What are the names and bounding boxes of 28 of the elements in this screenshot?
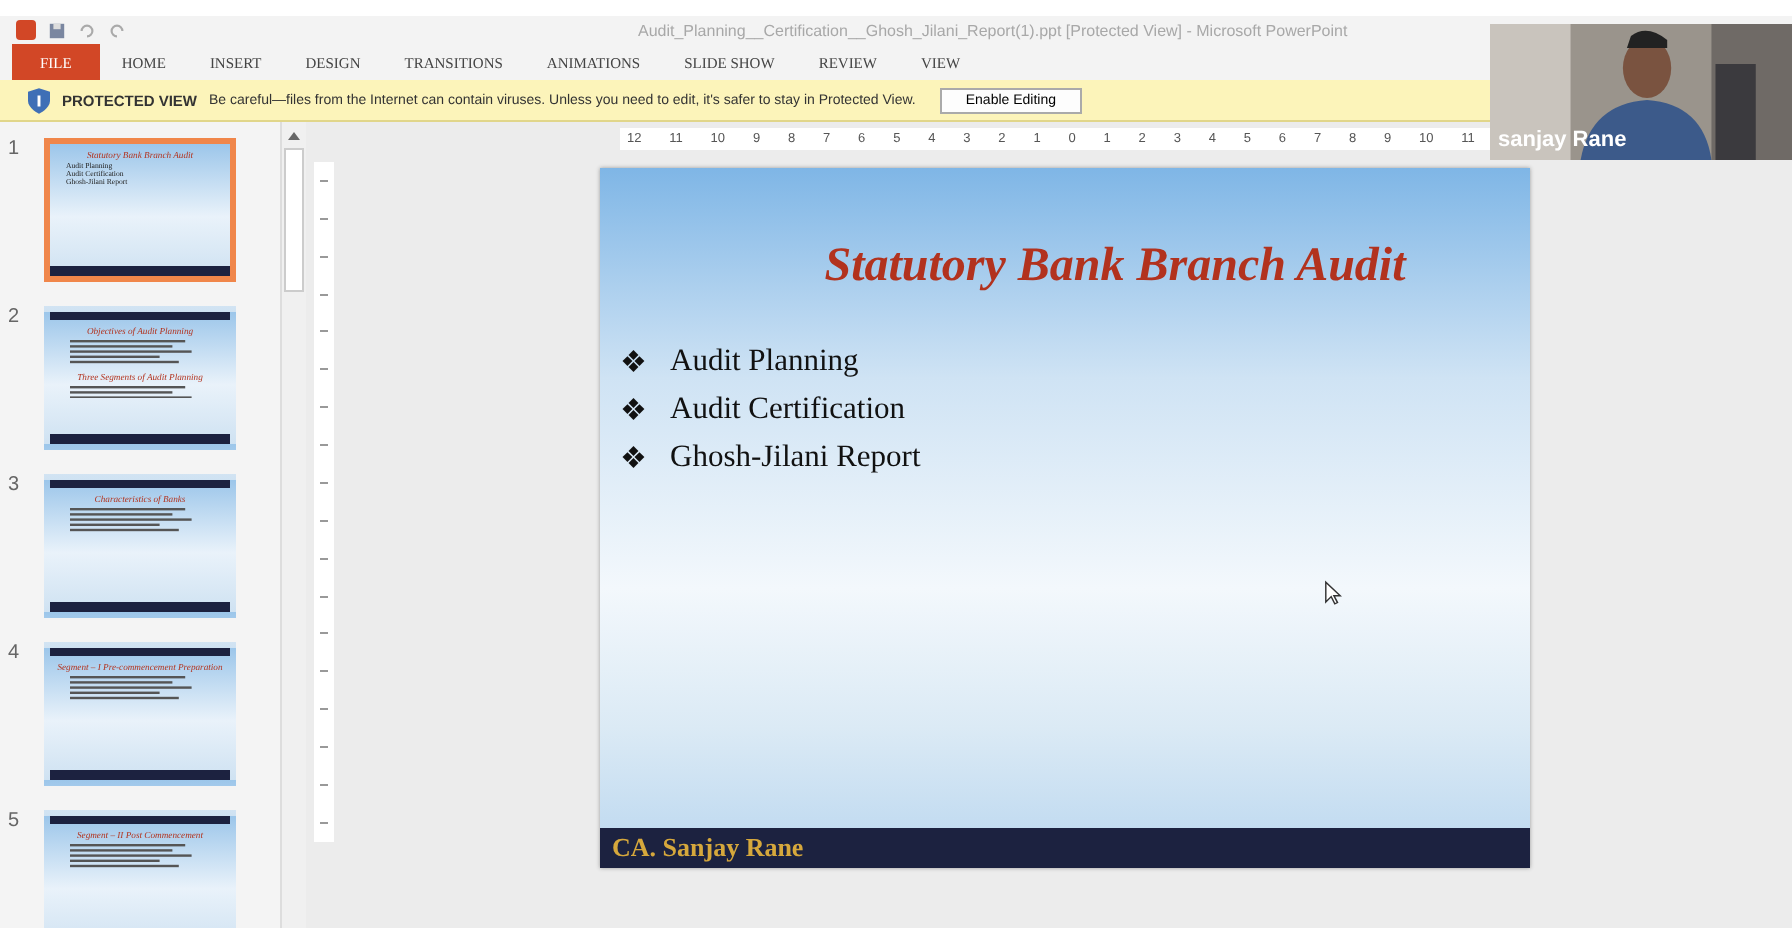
redo-icon[interactable] [108,21,126,39]
shield-icon [28,87,50,113]
bullet-mark: ❖ [620,393,646,429]
scroll-up-icon[interactable] [286,128,302,144]
app-icon [16,20,36,40]
text-lines-drawing [70,508,198,532]
save-icon[interactable] [48,21,66,39]
window-title: Audit_Planning__Certification__Ghosh_Jilani_Report(1).ppt [Protected View] - Microsoft PowerPoint [638,21,1348,39]
slide-number: 3 [8,474,22,500]
bullet-text: Ghosh-Jilani Report [670,440,921,476]
cursor-icon [1324,580,1342,606]
bullet-text: Audit Planning [670,344,859,380]
slide-footer: CA. Sanjay Rane [612,832,804,864]
slide-title: Statutory Bank Branch Audit [822,240,1409,294]
slide-number: 5 [8,810,22,836]
bullet-mark: ❖ [620,441,646,477]
text-lines-drawing [70,676,198,700]
bullet-text: Audit Certification [670,392,906,428]
slide-number: 2 [8,306,22,332]
slide-number: 1 [8,138,22,164]
undo-icon[interactable] [78,21,96,39]
slide-number: 4 [8,642,22,668]
text-lines-drawing [70,844,198,868]
text-lines-drawing [70,385,198,398]
scrollbar-thumb[interactable] [284,148,304,292]
participant-name: sanjay Rane [1498,128,1627,152]
bullet-mark: ❖ [620,345,646,381]
text-lines-drawing [70,340,198,364]
